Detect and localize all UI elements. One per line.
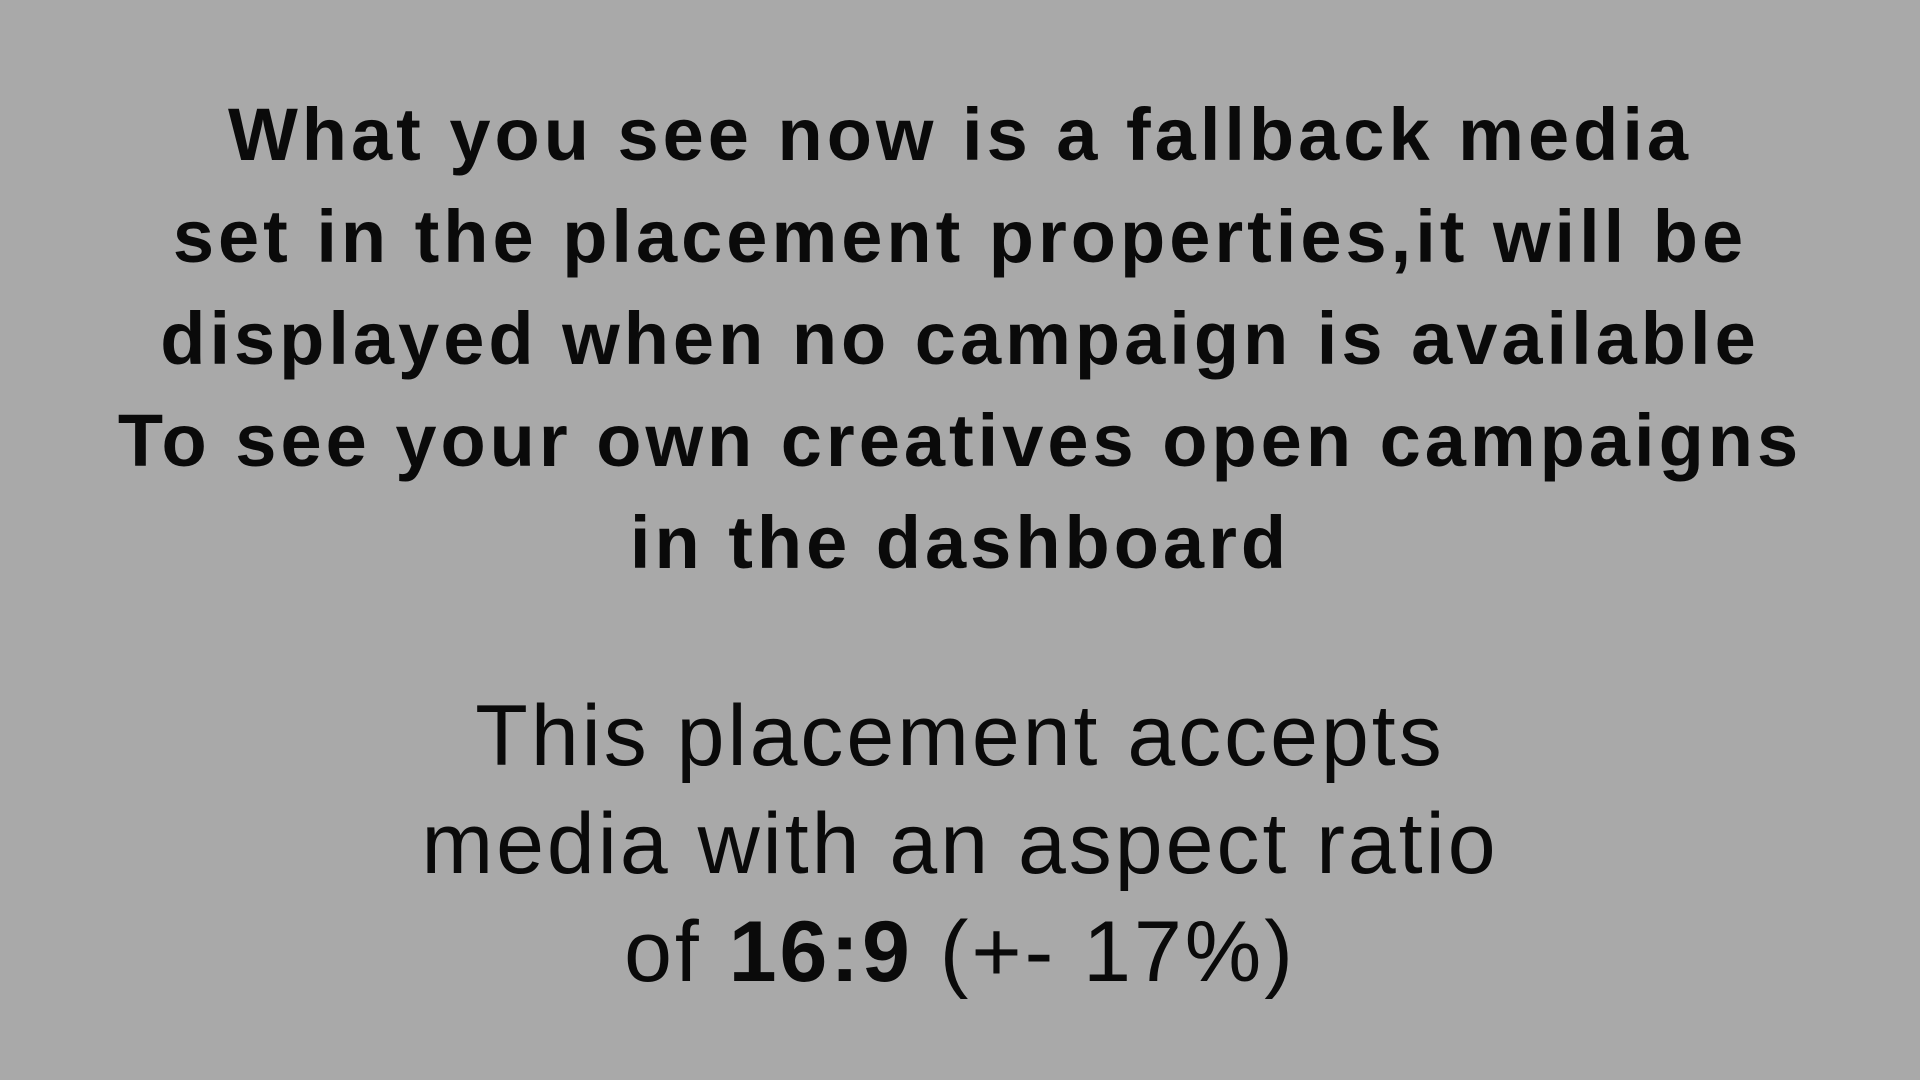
aspect-ratio-message: This placement accepts media with an asp… — [0, 682, 1920, 1006]
fallback-message-line: displayed when no campaign is available — [160, 297, 1760, 380]
fallback-message-line: in the dashboard — [629, 501, 1291, 584]
aspect-ratio-line: This placement accepts — [475, 688, 1445, 784]
fallback-media-canvas: What you see now is a fallback media set… — [0, 0, 1920, 1080]
aspect-ratio-prefix: of — [624, 904, 729, 1000]
aspect-ratio-tolerance: (+- 17%) — [912, 904, 1296, 1000]
fallback-message-line: set in the placement properties,it will … — [172, 195, 1748, 278]
fallback-message-line: What you see now is a fallback media — [227, 93, 1693, 176]
aspect-ratio-line: of 16:9 (+- 17%) — [0, 898, 1920, 1006]
aspect-ratio-line: media with an aspect ratio — [421, 796, 1499, 892]
fallback-message: What you see now is a fallback media set… — [0, 84, 1920, 594]
fallback-message-line: To see your own creatives open campaigns — [117, 399, 1803, 482]
aspect-ratio-value: 16:9 — [728, 904, 913, 1000]
